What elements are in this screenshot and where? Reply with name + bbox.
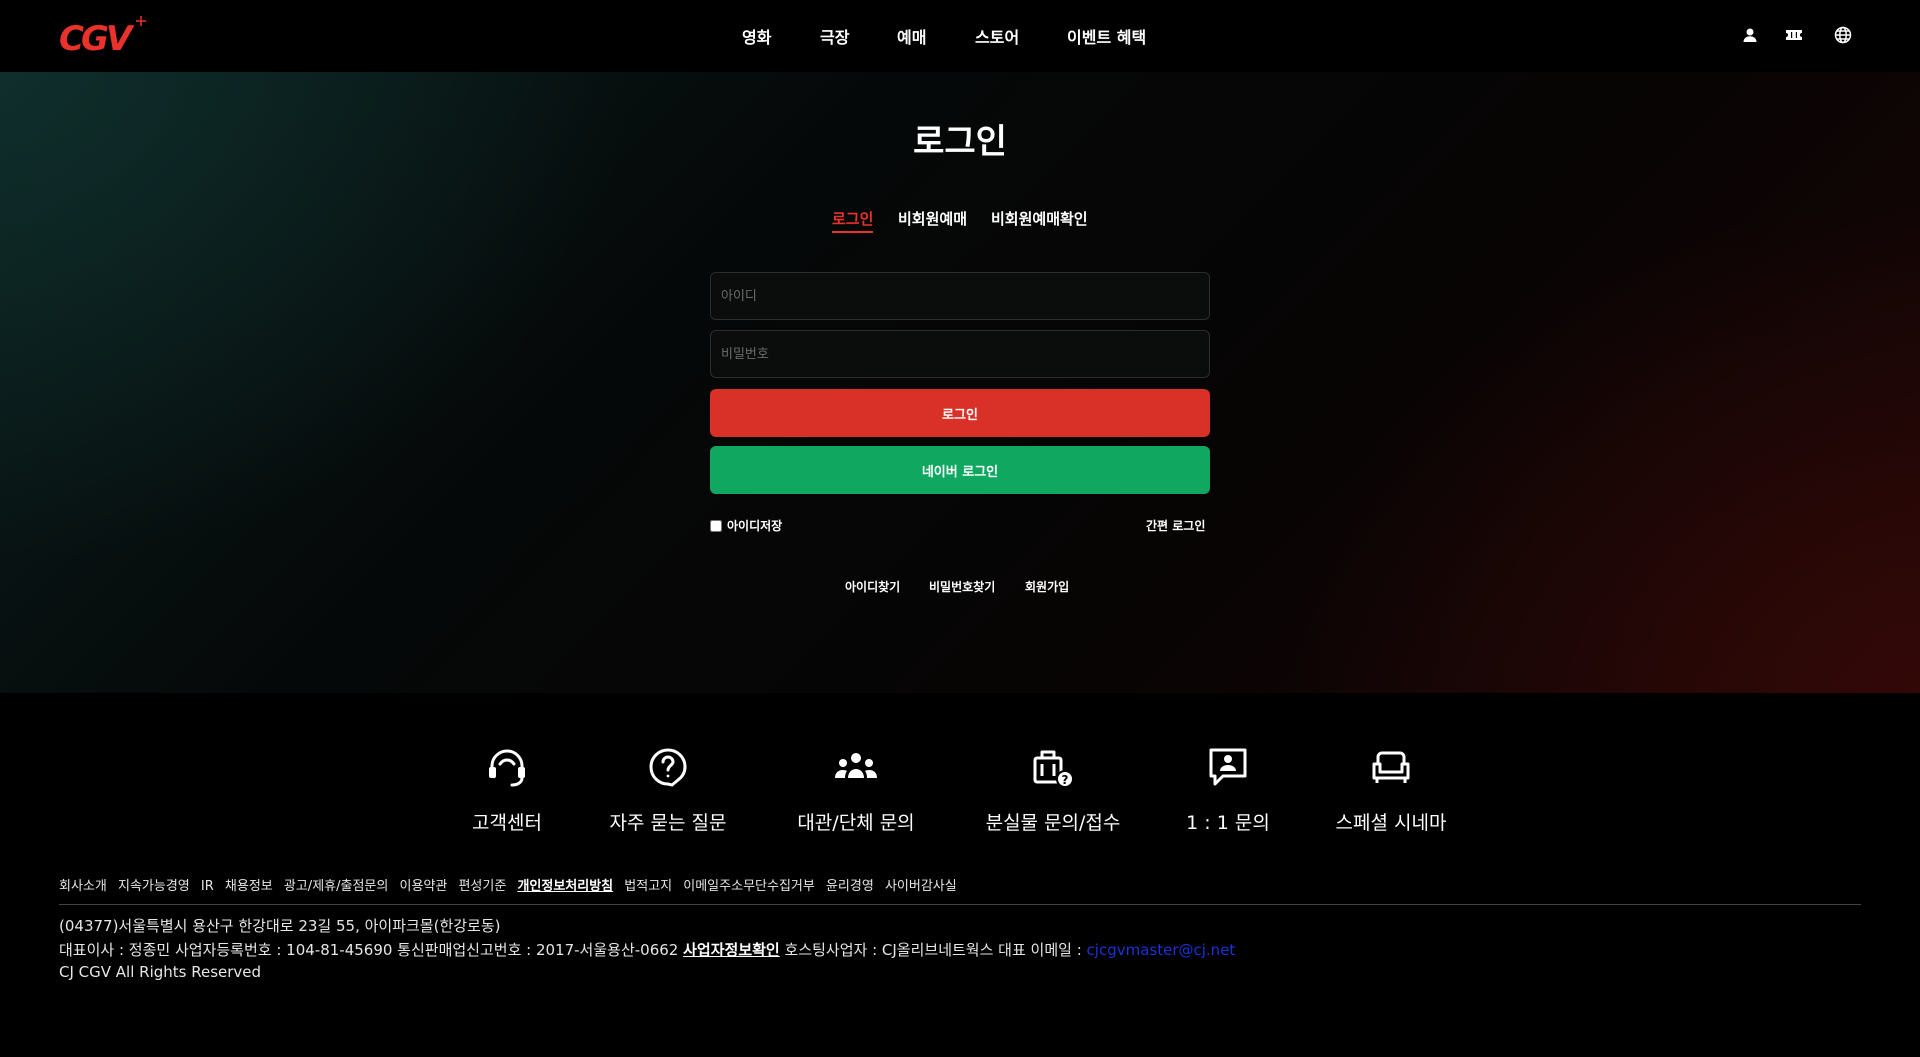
footer-address: (04377)서울특별시 용산구 한강대로 23길 55, 아이파크몰(한강로동… (59, 917, 501, 935)
nav-item-booking[interactable]: 예매 (897, 24, 926, 48)
service-label: 스페셜 시네마 (1335, 812, 1447, 834)
remember-id-label: 아이디저장 (727, 519, 783, 533)
footer-link-advertising[interactable]: 광고/제휴/출점문의 (284, 875, 388, 894)
service-faq[interactable]: 자주 묻는 질문 (588, 744, 748, 835)
footer-link-ir[interactable]: IR (201, 879, 214, 894)
service-label: 분실물 문의/접수 (985, 812, 1121, 834)
login-button[interactable]: 로그인 (710, 389, 1210, 437)
tab-guest-booking-check[interactable]: 비회원예매확인 (991, 208, 1088, 229)
page-title: 로그인 (913, 122, 1007, 162)
lost-item-icon: ? (1033, 750, 1074, 788)
site-header: CGV 영화 극장 예매 스토어 이벤트 혜택 (0, 0, 1920, 72)
footer-link-cyber-audit[interactable]: 사이버감사실 (885, 875, 957, 894)
signup-link[interactable]: 회원가입 (1025, 578, 1069, 595)
group-icon (835, 753, 877, 778)
footer-link-privacy[interactable]: 개인정보처리방침 (517, 875, 613, 894)
footer-link-email-refusal[interactable]: 이메일주소무단수집거부 (683, 875, 815, 894)
tab-guest-booking[interactable]: 비회원예매 (898, 208, 967, 229)
find-id-link[interactable]: 아이디찾기 (845, 578, 900, 595)
nav-item-movies[interactable]: 영화 (742, 24, 771, 48)
nav-item-store[interactable]: 스토어 (975, 24, 1019, 48)
footer-link-programming[interactable]: 편성기준 (458, 875, 506, 894)
footer-hosting-line: 호스팅사업자 : CJ올리브네트웍스 대표 이메일 : (784, 941, 1082, 959)
footer-company-info: 대표이사 : 정종민 사업자등록번호 : 104-81-45690 통신판매업신… (59, 939, 1235, 960)
ticket-icon[interactable] (1784, 25, 1804, 45)
service-label: 고객센터 (472, 812, 542, 834)
question-icon (649, 748, 687, 787)
login-section: 로그인 로그인 비회원예매 비회원예매확인 로그인 네이버 로그인 아이디저장 … (0, 72, 1920, 693)
globe-icon[interactable] (1833, 25, 1853, 45)
footer-links: 회사소개 지속가능경영 IR 채용정보 광고/제휴/출점문의 이용약관 편성기준… (59, 875, 1859, 894)
footer-link-legal[interactable]: 법적고지 (624, 875, 672, 894)
business-check-link[interactable]: 사업자정보확인 (683, 941, 780, 959)
main-nav: 영화 극장 예매 스토어 이벤트 혜택 (0, 0, 1920, 72)
footer-link-ethics[interactable]: 윤리경영 (826, 875, 874, 894)
footer-link-sustainability[interactable]: 지속가능경영 (118, 875, 190, 894)
password-input[interactable] (710, 330, 1210, 378)
remember-id-checkbox[interactable] (710, 519, 722, 532)
svg-text:?: ? (1062, 773, 1069, 787)
footer-link-careers[interactable]: 채용정보 (225, 875, 273, 894)
remember-id[interactable]: 아이디저장 (710, 517, 782, 534)
nav-item-events[interactable]: 이벤트 혜택 (1067, 24, 1146, 48)
footer-link-company[interactable]: 회사소개 (59, 875, 107, 894)
footer-ceo-line: 대표이사 : 정종민 사업자등록번호 : 104-81-45690 통신판매업신… (59, 941, 679, 959)
find-password-link[interactable]: 비밀번호찾기 (929, 578, 995, 595)
tab-login[interactable]: 로그인 (832, 208, 874, 233)
naver-login-button[interactable]: 네이버 로그인 (710, 446, 1210, 494)
easy-login-link[interactable]: 간편 로그인 (1146, 517, 1205, 534)
footer-link-terms[interactable]: 이용약관 (399, 875, 447, 894)
footer-email-link[interactable]: cjcgvmaster@cj.net (1087, 941, 1236, 959)
user-icon[interactable] (1740, 25, 1760, 45)
service-one-on-one[interactable]: 1 : 1 문의 (1148, 744, 1308, 835)
service-label: 1 : 1 문의 (1186, 812, 1270, 834)
sofa-icon (1372, 751, 1410, 783)
service-label: 자주 묻는 질문 (609, 812, 727, 834)
service-customer-center[interactable]: 고객센터 (427, 744, 587, 835)
chat-user-icon (1209, 748, 1247, 786)
service-group-rental[interactable]: 대관/단체 문의 (776, 744, 936, 835)
nav-item-theater[interactable]: 극장 (820, 24, 849, 48)
footer-copyright: CJ CGV All Rights Reserved (59, 963, 262, 981)
service-special-cinema[interactable]: 스페셜 시네마 (1311, 744, 1471, 835)
headset-icon (489, 749, 525, 787)
id-input[interactable] (710, 272, 1210, 320)
service-lost-found[interactable]: ? 분실물 문의/접수 (973, 744, 1133, 835)
service-label: 대관/단체 문의 (797, 812, 915, 834)
footer-divider (59, 904, 1861, 905)
